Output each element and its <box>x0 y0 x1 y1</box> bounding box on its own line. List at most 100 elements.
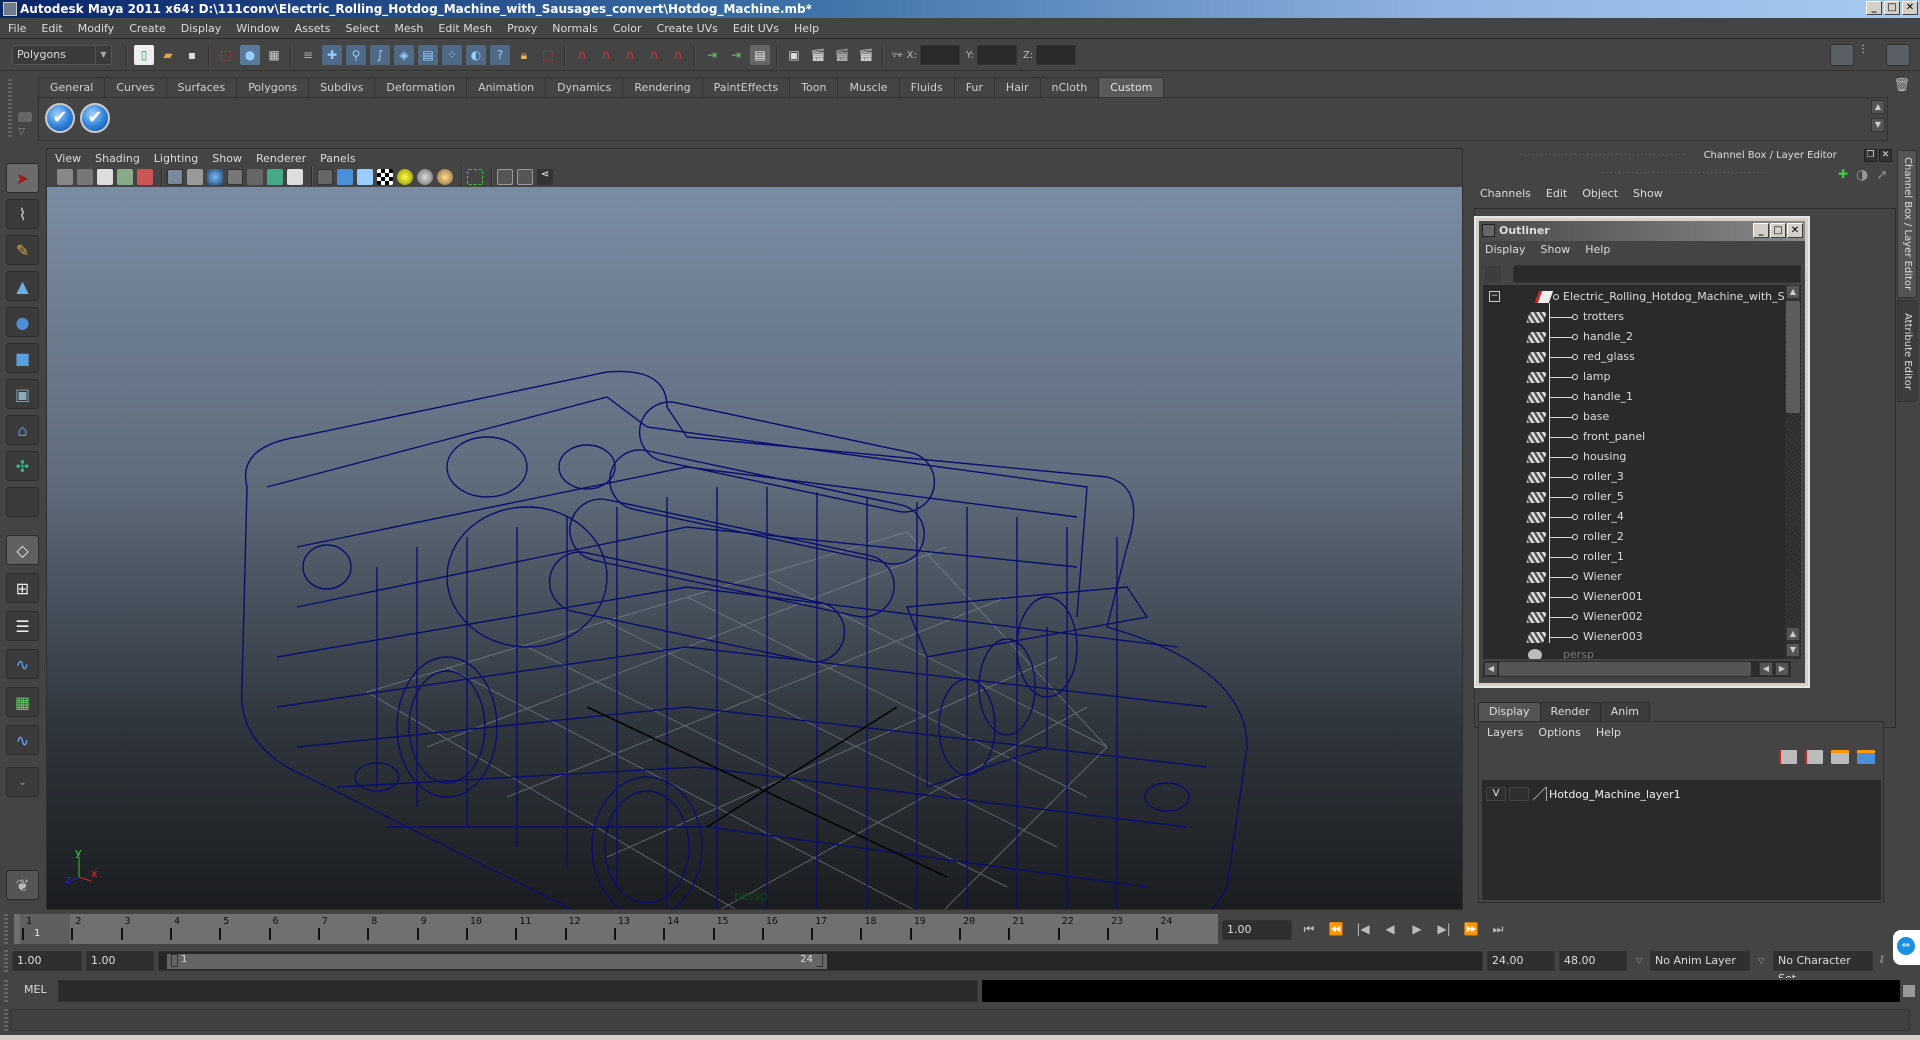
rotate-tool[interactable]: ● <box>6 307 39 337</box>
gate-mask-icon[interactable] <box>227 169 243 185</box>
scale-tool[interactable]: ■ <box>6 343 39 373</box>
outliner-item[interactable]: Wiener001 <box>1483 587 1791 607</box>
layer-menu-options[interactable]: Options <box>1538 726 1580 739</box>
shelf-tab-fur[interactable]: Fur <box>953 77 995 98</box>
shelf-tab-deformation[interactable]: Deformation <box>374 77 468 98</box>
tool-settings-toggle-icon[interactable]: ⋮ <box>1858 44 1882 66</box>
snap-to-points-icon[interactable]: ∩ <box>620 45 640 65</box>
render-view-icon[interactable]: ▣ <box>784 45 804 65</box>
cb-menu-show[interactable]: Show <box>1633 187 1663 200</box>
speed-icon[interactable]: ◑ <box>1856 167 1868 183</box>
more-layouts-button[interactable]: ⌄ <box>6 767 39 797</box>
hyper-icon[interactable]: ➚ <box>1876 167 1888 183</box>
step-back-key-button[interactable]: |◀ <box>1354 920 1372 938</box>
layer-row[interactable]: V Hotdog_Machine_layer1 <box>1486 786 1681 802</box>
close-panel-button[interactable]: ✕ <box>1879 149 1892 162</box>
range-slider-bar[interactable]: 1 24 <box>158 951 1483 971</box>
move-tool[interactable]: ▲ <box>6 271 39 301</box>
grip-handle[interactable] <box>4 914 8 944</box>
scroll-up-button[interactable]: ▲ <box>1786 627 1800 641</box>
layer-menu-layers[interactable]: Layers <box>1487 726 1523 739</box>
outliner-item[interactable]: housing <box>1483 447 1791 467</box>
shelf-tab-general[interactable]: General <box>38 77 106 98</box>
outliner-item[interactable]: Wiener002 <box>1483 607 1791 627</box>
image-plane-icon[interactable] <box>117 169 133 185</box>
grip-handle[interactable] <box>4 950 8 972</box>
outliner-close-button[interactable]: ✕ <box>1787 223 1803 238</box>
output-history-icon[interactable]: ⇥ <box>726 45 746 65</box>
wireframe-mode-icon[interactable] <box>317 169 333 185</box>
animation-end-time-field[interactable]: 48.00 <box>1559 951 1627 971</box>
safe-action-icon[interactable] <box>267 169 283 185</box>
select-deformations-icon[interactable]: ▤ <box>418 45 438 65</box>
layer-tab-display[interactable]: Display <box>1478 702 1541 721</box>
shelf-tab-fluids[interactable]: Fluids <box>898 77 955 98</box>
menu-assets[interactable]: Assets <box>295 22 331 35</box>
3d-viewport-canvas[interactable]: y x z persp <box>47 187 1462 909</box>
ol-menu-display[interactable]: Display <box>1485 243 1526 256</box>
shelf-scroll-down-button[interactable]: ▼ <box>1871 118 1885 132</box>
anim-layer-dropdown[interactable]: No Anim Layer <box>1650 951 1750 971</box>
chevron-down-icon[interactable]: ▽ <box>1636 956 1646 965</box>
outliner-item[interactable]: Wiener003 <box>1483 627 1791 647</box>
shelf-tab-dynamics[interactable]: Dynamics <box>545 77 624 98</box>
hypershade-persp-layout-icon[interactable]: ▦ <box>6 687 39 717</box>
step-back-frame-button[interactable]: ⏪ <box>1327 920 1345 938</box>
cb-menu-edit[interactable]: Edit <box>1546 187 1567 200</box>
outliner-item[interactable]: roller_5 <box>1483 487 1791 507</box>
field-chart-icon[interactable] <box>247 169 263 185</box>
select-curves-icon[interactable]: ∫ <box>370 45 390 65</box>
lock-selection-icon[interactable]: 🔒︎ <box>514 45 534 65</box>
shelf-tab-animation[interactable]: Animation <box>466 77 547 98</box>
select-rendering-icon[interactable]: ◐ <box>466 45 486 65</box>
outliner-item[interactable]: trotters <box>1483 307 1791 327</box>
create-empty-layer-icon[interactable] <box>1831 750 1849 764</box>
make-live-icon[interactable]: ∩ <box>668 45 688 65</box>
playback-start-time-field[interactable]: 1.00 <box>86 951 154 971</box>
layer-playback-toggle[interactable] <box>1509 787 1529 801</box>
new-scene-icon[interactable]: ▯ <box>134 45 154 65</box>
outliner-item[interactable]: front_panel <box>1483 427 1791 447</box>
shelf-menu-icon[interactable] <box>18 112 32 122</box>
ipr-render-icon[interactable]: 🎬︎ <box>832 45 852 65</box>
move-layer-down-icon[interactable] <box>1805 750 1823 764</box>
menu-window[interactable]: Window <box>236 22 279 35</box>
outliner-maximize-button[interactable]: □ <box>1770 223 1786 238</box>
minimize-button[interactable]: _ <box>1866 1 1882 15</box>
menu-file[interactable]: File <box>8 22 26 35</box>
xray-icon[interactable] <box>497 169 513 185</box>
layer-color-swatch[interactable] <box>1533 787 1547 801</box>
close-button[interactable]: ✕ <box>1902 1 1918 15</box>
select-dynamics-icon[interactable]: ⁘ <box>442 45 462 65</box>
menu-set-dropdown[interactable]: Polygons ▼ <box>12 45 112 65</box>
checkmark-script-icon[interactable]: ✔ <box>45 103 75 133</box>
construction-history-icon[interactable]: ▤ <box>750 45 770 65</box>
input-history-icon[interactable]: ⇥ <box>702 45 722 65</box>
shelf-tab-surfaces[interactable]: Surfaces <box>165 77 238 98</box>
step-forward-frame-button[interactable]: ⏩ <box>1462 920 1480 938</box>
outliner-item[interactable]: base <box>1483 407 1791 427</box>
time-slider-track[interactable]: 1 1 2 3 4 5 6 7 8 9 10 11 12 13 14 15 16 17 18 19 20 21 22 23 2… <box>14 914 1218 944</box>
menu-proxy[interactable]: Proxy <box>507 22 537 35</box>
script-language-toggle[interactable]: MEL <box>24 983 47 996</box>
scroll-left-button[interactable]: ◀ <box>1484 662 1498 676</box>
menu-mesh[interactable]: Mesh <box>394 22 423 35</box>
outliner-root-item[interactable]: − Electric_Rolling_Hotdog_Machine_with_S… <box>1483 287 1791 307</box>
current-time-field[interactable]: 1.00 <box>1222 920 1292 940</box>
menu-edit-mesh[interactable]: Edit Mesh <box>438 22 492 35</box>
outliner-item[interactable]: red_glass <box>1483 347 1791 367</box>
animation-start-time-field[interactable]: 1.00 <box>12 951 82 971</box>
shelf-tab-custom[interactable]: Custom <box>1098 77 1165 98</box>
checkmark-script-icon[interactable]: ✔ <box>80 103 110 133</box>
outliner-item[interactable]: Wiener <box>1483 567 1791 587</box>
outliner-item[interactable]: roller_1 <box>1483 547 1791 567</box>
side-tab-attribute-editor[interactable]: Attribute Editor <box>1897 300 1917 402</box>
vp-menu-panels[interactable]: Panels <box>320 152 355 165</box>
command-input[interactable] <box>58 980 978 1002</box>
2d-pan-zoom-icon[interactable] <box>137 169 153 185</box>
menu-display[interactable]: Display <box>181 22 222 35</box>
shelf-tab-toon[interactable]: Toon <box>789 77 839 98</box>
move-layer-up-icon[interactable] <box>1779 750 1797 764</box>
maximize-button[interactable]: □ <box>1884 1 1900 15</box>
xray-joints-icon[interactable]: ⋖ <box>537 169 553 185</box>
